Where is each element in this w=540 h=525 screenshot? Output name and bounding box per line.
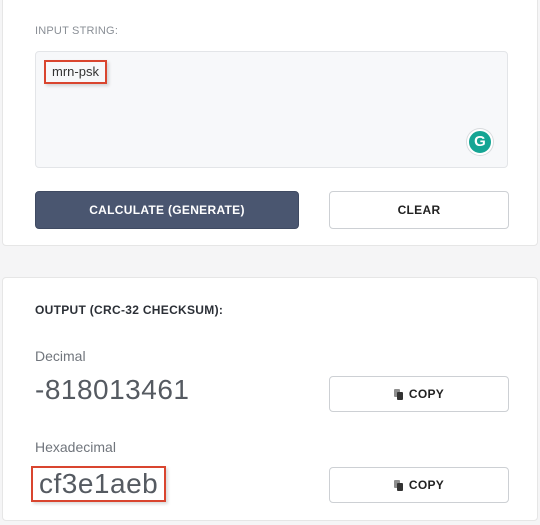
copy-icon xyxy=(393,479,404,491)
copy-icon xyxy=(393,388,404,400)
copy-hexadecimal-label: COPY xyxy=(408,478,445,492)
hexadecimal-value: cf3e1aeb xyxy=(31,466,167,502)
input-string-textarea[interactable]: mrn-psk G xyxy=(35,51,508,168)
output-card: OUTPUT (CRC-32 CHECKSUM): Decimal -81801… xyxy=(2,277,538,521)
input-string-label: INPUT STRING: xyxy=(35,25,119,37)
input-string-value[interactable]: mrn-psk xyxy=(44,60,107,84)
decimal-label: Decimal xyxy=(35,348,86,364)
input-card: INPUT STRING: mrn-psk G CALCULATE (GENER… xyxy=(2,0,538,246)
output-title: OUTPUT (CRC-32 CHECKSUM): xyxy=(35,303,224,317)
grammarly-icon[interactable]: G xyxy=(467,129,493,155)
copy-hexadecimal-button[interactable]: COPY xyxy=(329,467,509,503)
copy-decimal-button[interactable]: COPY xyxy=(329,376,509,412)
hexadecimal-label: Hexadecimal xyxy=(35,439,116,455)
decimal-value: -818013461 xyxy=(35,374,190,405)
clear-button[interactable]: CLEAR xyxy=(329,191,509,229)
copy-decimal-label: COPY xyxy=(408,387,445,401)
calculate-button[interactable]: CALCULATE (GENERATE) xyxy=(35,191,299,229)
